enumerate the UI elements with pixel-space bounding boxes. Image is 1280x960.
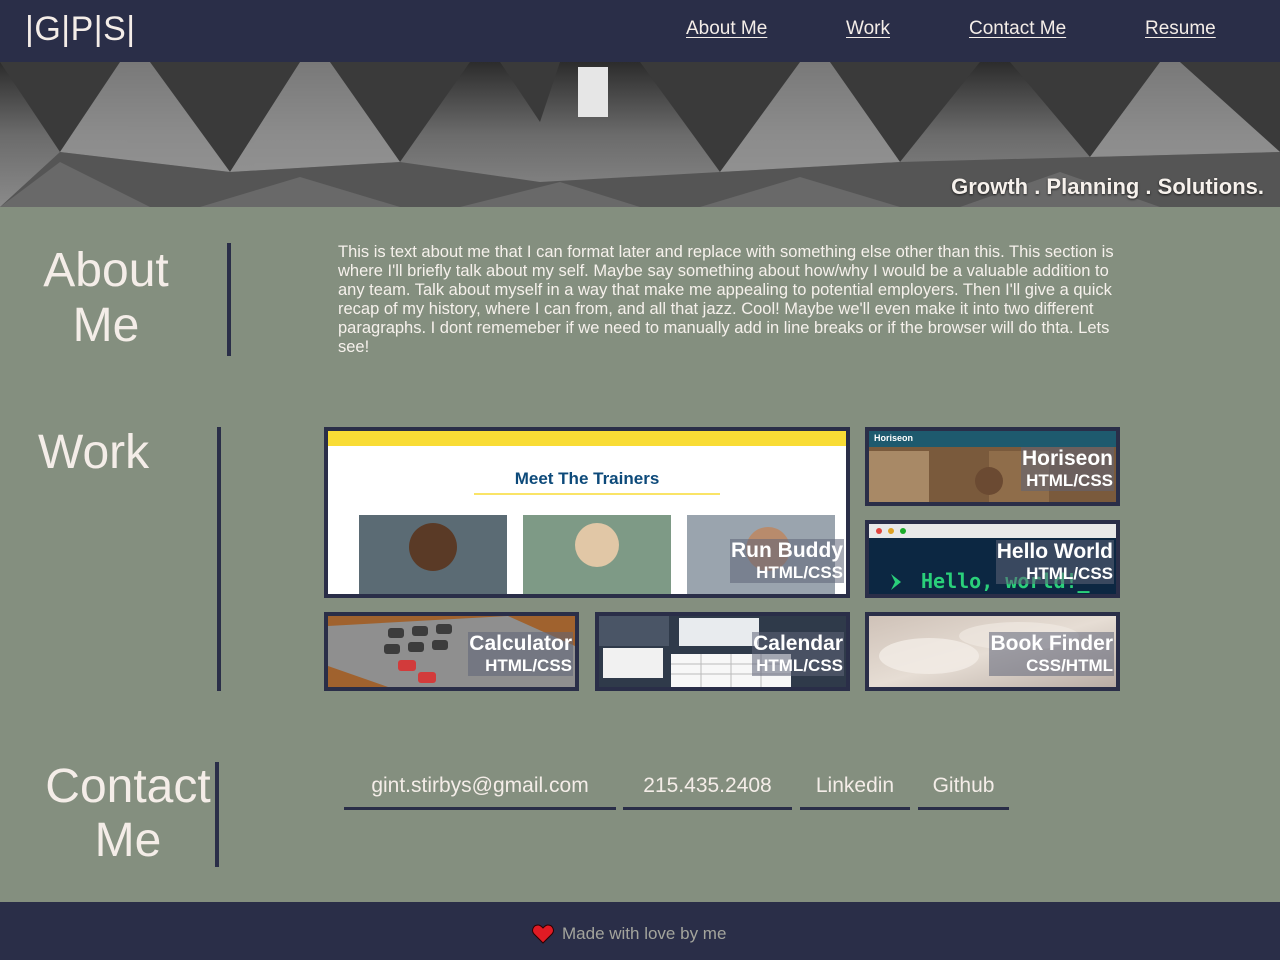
nav-about-me[interactable]: About Me [686, 18, 767, 40]
horiseon-thumb-brand: Horiseon [874, 433, 914, 443]
nav-contact-me[interactable]: Contact Me [969, 18, 1066, 40]
hello-world-label: Hello World HTML/CSS [995, 540, 1114, 584]
calendar-name: Calendar [753, 632, 843, 655]
project-run-buddy[interactable]: Meet The Trainers Run Buddy HTML/CSS [324, 427, 850, 598]
nav-work[interactable]: Work [846, 18, 890, 40]
nav-resume[interactable]: Resume [1145, 18, 1216, 40]
contact-title-line2: Me [94, 814, 162, 867]
calculator-tech: HTML/CSS [485, 656, 572, 675]
horiseon-label: Horiseon HTML/CSS [1020, 447, 1114, 491]
hero-tagline: Growth . Planning . Solutions. [951, 174, 1264, 199]
contact-phone-link[interactable]: 215.435.2408 [623, 770, 792, 810]
site-footer: Made with love by me [0, 902, 1280, 960]
calendar-label: Calendar HTML/CSS [752, 632, 844, 676]
contact-title: Contact Me [38, 760, 218, 868]
horiseon-name: Horiseon [1021, 447, 1113, 470]
about-title-line1: About [43, 244, 169, 297]
hello-world-name: Hello World [996, 540, 1113, 563]
run-buddy-label: Run Buddy HTML/CSS [730, 539, 844, 583]
about-text: This is text about me that I can format … [338, 243, 1114, 356]
footer-text: Made with love by me [562, 924, 727, 943]
contact-linkedin-link[interactable]: Linkedin [800, 770, 910, 810]
project-horiseon[interactable]: Horiseon Horiseon HTML/CSS [865, 427, 1120, 506]
contact-github-link[interactable]: Github [918, 770, 1009, 810]
about-divider [227, 243, 231, 356]
book-finder-name: Book Finder [990, 632, 1113, 655]
work-title: Work [38, 426, 150, 479]
project-calculator[interactable]: Calculator HTML/CSS [324, 612, 579, 691]
contact-title-line1: Contact [45, 760, 211, 813]
site-logo[interactable]: |G|P|S| [25, 10, 136, 49]
contact-divider [215, 762, 219, 867]
heart-icon [532, 924, 554, 944]
run-buddy-name: Run Buddy [731, 539, 843, 562]
calculator-label: Calculator HTML/CSS [468, 632, 573, 676]
hello-world-tech: HTML/CSS [1026, 564, 1113, 583]
about-title-line2: Me [72, 299, 140, 352]
run-buddy-tech: HTML/CSS [756, 563, 843, 582]
site-header: |G|P|S| About Me Work Contact Me Resume [0, 0, 1280, 62]
calculator-name: Calculator [469, 632, 572, 655]
project-hello-world[interactable]: Hello, world!_ Hello World HTML/CSS [865, 520, 1120, 598]
run-buddy-thumb-heading: Meet The Trainers [514, 469, 660, 488]
book-finder-label: Book Finder CSS/HTML [989, 632, 1114, 676]
horiseon-tech: HTML/CSS [1026, 471, 1113, 490]
contact-email-link[interactable]: gint.stirbys@gmail.com [344, 770, 616, 810]
calendar-tech: HTML/CSS [756, 656, 843, 675]
project-calendar[interactable]: Calendar HTML/CSS [595, 612, 850, 691]
work-divider [217, 427, 221, 691]
project-book-finder[interactable]: Book Finder CSS/HTML [865, 612, 1120, 691]
about-title: About Me [38, 243, 174, 353]
book-finder-tech: CSS/HTML [1026, 656, 1113, 675]
hero-banner: Growth . Planning . Solutions. [0, 62, 1280, 207]
